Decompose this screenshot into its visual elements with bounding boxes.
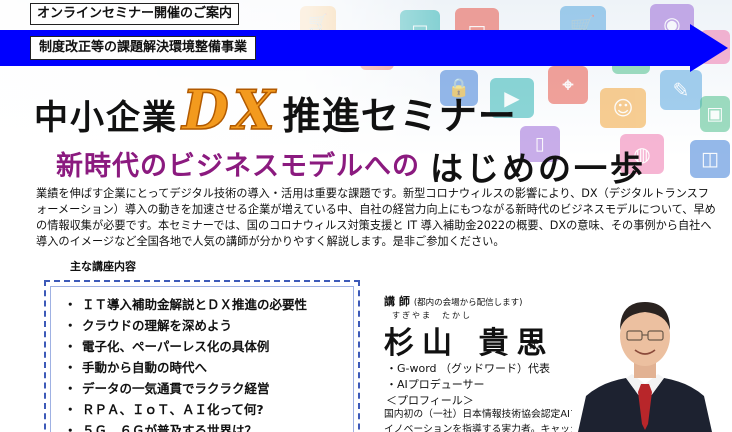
profile-heading: ＜プロフィール＞ (386, 394, 474, 407)
bag-icon: ◫ (690, 140, 730, 178)
course-list: ・ ＩＴ導入補助金解説とＤＸ推進の必要性 ・クラウドの理解を深めよう ・電子化、ペ… (64, 294, 307, 432)
program-label: 制度改正等の課題解決環境整備事業 (30, 36, 257, 60)
course-box: ・ ＩＴ導入補助金解説とＤＸ推進の必要性 ・クラウドの理解を深めよう ・電子化、ペ… (44, 280, 360, 432)
seminar-title: 中小企業DX 推進セミナー (34, 77, 517, 143)
list-item: ・クラウドの理解を深めよう (64, 318, 233, 333)
subtitle-left: 新時代のビジネスモデルへの (56, 151, 420, 182)
title-suffix: 推進セミナー (282, 94, 517, 138)
lecturer-honorific: 氏 (528, 338, 539, 351)
online-seminar-label: オンラインセミナー開催のご案内 (30, 3, 240, 25)
lecturer-photo (572, 284, 718, 432)
lecturer-heading: 講 師 (都内の会場から配信します) (384, 295, 523, 308)
subtitle-right: はじめの一歩 (430, 149, 646, 185)
intro-paragraph: 業績を伸ばす企業にとってデジタル技術の導入・活用は重要な課題です。新型コロナウィ… (36, 187, 716, 248)
people-icon: ☺ (600, 88, 646, 128)
list-item: ・データの一気通貫でラクラク経営 (64, 381, 270, 396)
lecturer-role: ・G-word （グッドワード）代表 (386, 362, 551, 375)
course-heading: 主な講座内容 (70, 260, 136, 273)
lecturer-note: (都内の会場から配信します) (413, 298, 523, 308)
chat-icon: ✎ (660, 70, 702, 110)
title-dx: DX (181, 77, 279, 143)
hero-banner: ▭✉🛒▤◉☁🔒▶⌖☺✎▣▯◍◫▭✉🛒 オンラインセミナー開催のご案内 制度改正等… (0, 0, 732, 185)
title-prefix: 中小企業 (34, 98, 178, 138)
list-item: ・手動から自動の時代へ (64, 360, 208, 375)
lecturer-role: ・AIプロデューサー (386, 378, 485, 391)
list-item: ・ ５Ｇ、６Ｇが普及する世界は？ (64, 423, 258, 432)
list-item: ・ ＩＴ導入補助金解説とＤＸ推進の必要性 (64, 297, 308, 312)
id-card-icon: ▣ (700, 96, 730, 132)
list-item: ・ ＲＰＡ、ＩｏＴ、ＡＩ化って何? (64, 402, 264, 417)
list-item: ・電子化、ペーパーレス化の具体例 (64, 339, 270, 354)
